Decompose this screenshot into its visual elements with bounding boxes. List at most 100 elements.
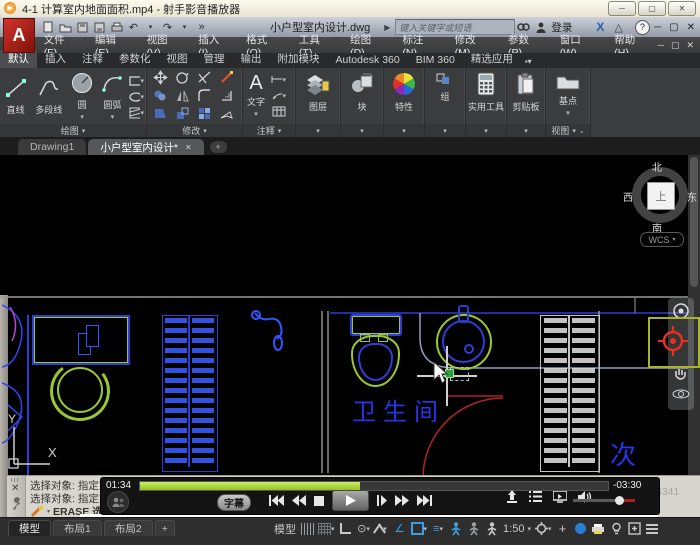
ribbon-tab-insert[interactable]: 插入	[37, 50, 74, 68]
doc-minimize-button[interactable]: ─	[658, 40, 664, 51]
new-doc-tab-button[interactable]: +	[210, 141, 227, 153]
panel-draw-label[interactable]: 绘图▾	[0, 124, 146, 137]
scale-value[interactable]: 1:50▾	[503, 521, 531, 537]
text-button[interactable]: A 文字 ▾	[243, 69, 269, 118]
polar-tracking-icon[interactable]: ⊙▾	[357, 521, 371, 537]
panel-view-label[interactable]: 视图▾⌄	[546, 124, 590, 137]
trim-icon[interactable]	[197, 70, 212, 90]
leader-icon[interactable]: ▾	[271, 89, 286, 102]
stretch-icon[interactable]	[153, 106, 168, 126]
ribbon-tab-output[interactable]: 输出	[233, 50, 270, 68]
ortho-icon[interactable]	[339, 521, 353, 537]
panel-modify-label[interactable]: 修改▾	[147, 124, 242, 137]
ribbon-tab-autodesk360[interactable]: Autodesk 360	[328, 53, 408, 68]
arc-button[interactable]: 圆弧 ▾	[98, 68, 127, 121]
circle-button[interactable]: 圆 ▾	[68, 68, 95, 121]
viewcube-top-face[interactable]: 上	[647, 182, 675, 210]
graphics-performance-icon[interactable]	[573, 521, 587, 537]
layers-button[interactable]: 图层	[296, 68, 340, 113]
annotation-scale-icon[interactable]	[485, 521, 499, 537]
viewcube-east[interactable]: 东	[687, 189, 697, 204]
lineweight-icon[interactable]: ≡▾	[431, 521, 445, 537]
previous-button[interactable]	[269, 495, 284, 506]
stop-button[interactable]	[314, 496, 324, 506]
polyline-button[interactable]: 多段线	[31, 73, 66, 116]
ribbon-tab-manage[interactable]: 管理	[196, 50, 233, 68]
customization-gear-icon[interactable]: ▾	[535, 521, 552, 537]
viewcube-west[interactable]: 西	[623, 189, 633, 204]
playlist-button[interactable]	[529, 491, 542, 502]
isolate-objects-icon[interactable]	[609, 521, 623, 537]
explode-icon[interactable]	[219, 106, 234, 126]
panel-group-label[interactable]: ▾	[425, 124, 465, 137]
hatch-icon[interactable]: ▾	[129, 107, 144, 120]
add-status-icon[interactable]: +	[555, 521, 569, 537]
doc-tab-close-icon[interactable]: ✕	[185, 143, 192, 152]
osnap-tracking-icon[interactable]: ∠	[393, 521, 407, 537]
object-snap-icon[interactable]: ▾	[411, 521, 428, 537]
viewcube[interactable]: 北 南 西 东 上	[626, 161, 694, 229]
fast-forward-button[interactable]	[395, 495, 409, 506]
drawing-canvas[interactable]: Y X 卫生间 次 卧 北 南	[0, 155, 700, 517]
array-icon[interactable]	[197, 106, 212, 126]
panel-block-label[interactable]: ▾	[341, 124, 383, 137]
acad-close-button[interactable]: ✕	[687, 22, 695, 33]
volume-slider[interactable]	[573, 499, 635, 502]
player-maximize-button[interactable]: ▢	[638, 1, 666, 16]
ribbon-tab-parametric[interactable]: 参数化	[111, 50, 159, 68]
orbit-icon[interactable]	[672, 386, 690, 402]
pan-hand-icon[interactable]	[673, 366, 689, 382]
frame-step-button[interactable]	[377, 495, 387, 506]
snap-mode-icon[interactable]: ▾	[318, 521, 335, 537]
rewind-button[interactable]	[292, 495, 306, 506]
copy-icon[interactable]	[153, 88, 168, 108]
statusbar-menu-icon[interactable]	[645, 521, 659, 537]
base-button[interactable]: 基点 ▾	[546, 68, 590, 117]
panel-layers-label[interactable]: ▾	[296, 124, 340, 137]
wcs-dropdown[interactable]: WCS▾	[640, 232, 684, 247]
isodraft-icon[interactable]: ▾	[375, 521, 389, 537]
annotation-visibility-icon[interactable]	[449, 521, 463, 537]
table-icon[interactable]	[271, 105, 286, 118]
doc-tab-drawing1[interactable]: Drawing1	[18, 139, 86, 155]
zoom-target-icon[interactable]	[658, 326, 688, 356]
layout-tab-model[interactable]: 模型	[8, 520, 51, 536]
acad-restore-button[interactable]: ▢	[669, 22, 678, 33]
play-button[interactable]	[332, 490, 369, 511]
volume-knob[interactable]	[615, 496, 624, 505]
share-button[interactable]	[506, 490, 518, 503]
next-button[interactable]	[417, 495, 432, 506]
new-layout-button[interactable]: +	[155, 520, 175, 536]
doc-close-button[interactable]: ✕	[686, 40, 694, 51]
snapshot-button[interactable]	[553, 491, 567, 503]
viewcube-north[interactable]: 北	[652, 159, 662, 174]
properties-button[interactable]: 特性	[384, 68, 424, 113]
model-space-button[interactable]: 模型	[274, 521, 296, 537]
search-expand-icon[interactable]: ▶	[384, 23, 390, 32]
offset-icon[interactable]	[219, 88, 234, 108]
ribbon-tab-addins[interactable]: 附加模块	[270, 50, 328, 68]
erase-icon[interactable]	[219, 70, 234, 90]
grid-display-icon[interactable]	[300, 521, 314, 537]
panel-clipboard-label[interactable]: ▾	[507, 124, 545, 137]
doc-tab-design[interactable]: 小户型室内设计*✕	[88, 139, 203, 155]
layout-tab-layout2[interactable]: 布局2	[104, 520, 153, 536]
clipboard-button[interactable]: 剪贴板	[507, 68, 545, 113]
player-close-button[interactable]: ✕	[668, 1, 696, 16]
doc-restore-button[interactable]: ▢	[671, 40, 680, 51]
command-close-icon[interactable]: ✕	[11, 483, 19, 494]
rectangle-icon[interactable]: ▾	[129, 75, 144, 88]
scale-icon[interactable]	[175, 106, 190, 126]
ribbon-tab-annotate[interactable]: 注释	[74, 50, 111, 68]
acad-app-button[interactable]: A	[3, 18, 35, 53]
ribbon-tab-bim360[interactable]: BIM 360	[408, 53, 463, 68]
move-icon[interactable]	[153, 70, 168, 90]
dimension-icon[interactable]: ▾	[271, 73, 286, 86]
subtitle-button[interactable]: 字幕	[217, 494, 251, 511]
clean-screen-icon[interactable]	[627, 521, 641, 537]
utilities-button[interactable]: 实用工具	[466, 68, 506, 113]
user-avatar-button[interactable]	[105, 491, 131, 512]
player-minimize-button[interactable]: ─	[608, 1, 636, 16]
panel-annotate-label[interactable]: 注释▾	[243, 124, 295, 137]
panel-utilities-label[interactable]: ▾	[466, 124, 506, 137]
